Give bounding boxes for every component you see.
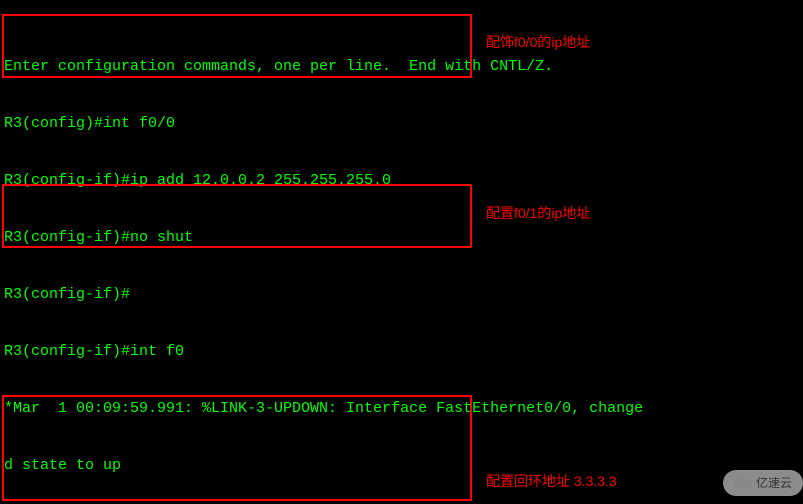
terminal-line: R3(config-if)# <box>4 285 803 304</box>
terminal-line: R3(config-if)#ip add 12.0.0.2 255.255.25… <box>4 171 803 190</box>
watermark-text: 亿速云 <box>756 474 792 493</box>
terminal-line: R3(config-if)#no shut <box>4 228 803 247</box>
annotation-label-f0-0: 配饰f0/0的ip地址 <box>486 33 590 52</box>
terminal-line: *Mar 1 00:09:59.991: %LINK-3-UPDOWN: Int… <box>4 399 803 418</box>
terminal-line: Enter configuration commands, one per li… <box>4 57 803 76</box>
annotation-label-loopback: 配置回环地址 3.3.3.3 <box>486 472 617 491</box>
cloud-icon <box>734 477 752 489</box>
watermark-badge: 亿速云 <box>723 470 803 496</box>
annotation-label-f0-1: 配置f0/1的ip地址 <box>486 204 590 223</box>
terminal-line: d state to up <box>4 456 803 475</box>
terminal-line: R3(config)#int f0/0 <box>4 114 803 133</box>
terminal-line: R3(config-if)#int f0 <box>4 342 803 361</box>
terminal-window[interactable]: Enter configuration commands, one per li… <box>0 0 803 504</box>
